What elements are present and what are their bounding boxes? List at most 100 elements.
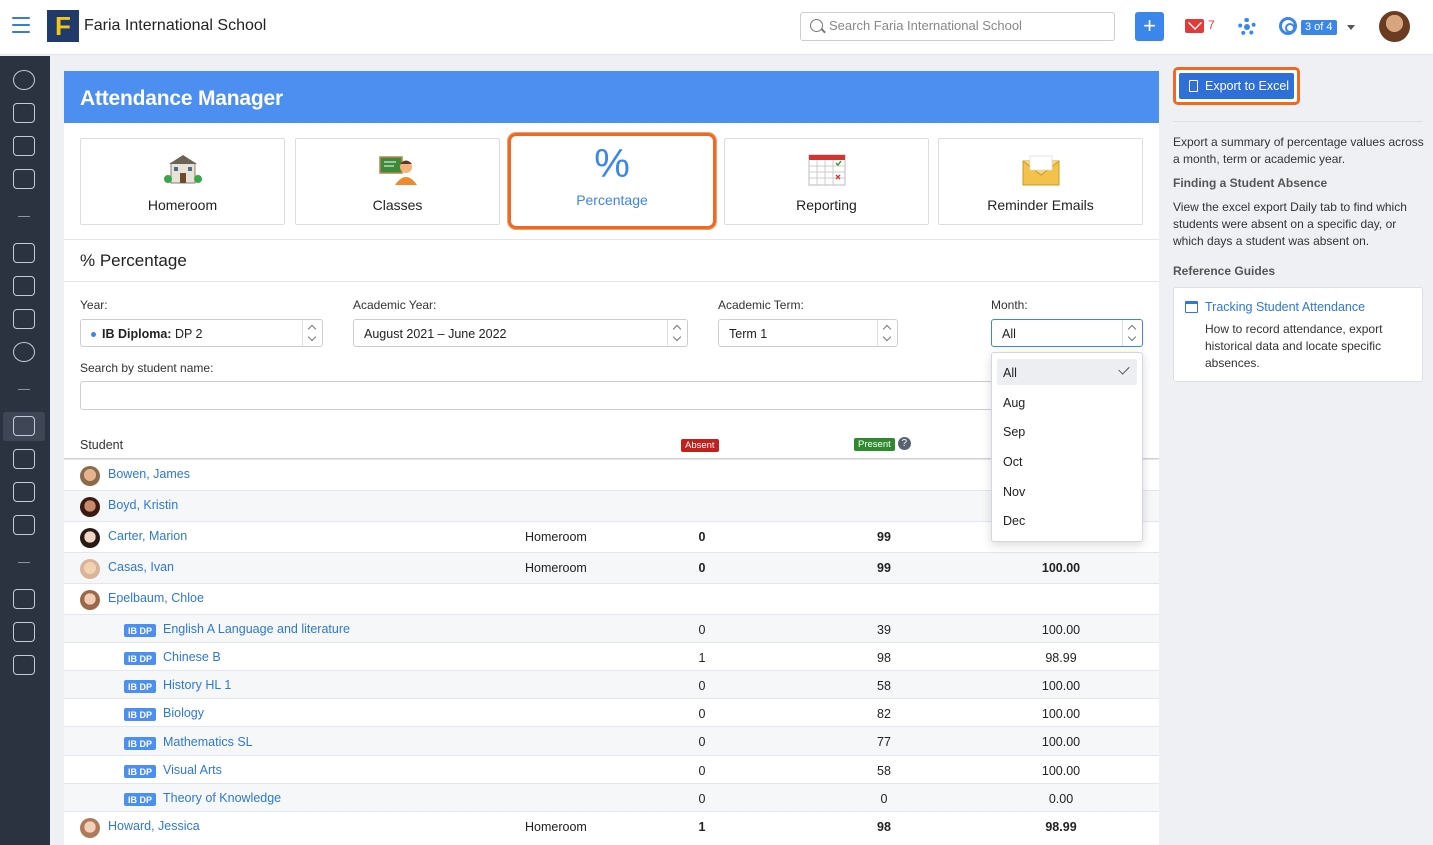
absent-badge: Absent [681,439,719,452]
program-badge: IB DP [124,708,157,721]
academic-term-select[interactable]: Term 1 [718,319,898,347]
export-description: Export a summary of percentage values ac… [1173,135,1424,166]
mail-count[interactable]: 7 [1208,18,1215,32]
student-name[interactable]: Bowen, James [108,467,190,481]
briefcase-icon[interactable] [13,169,35,189]
subject-name[interactable]: Chinese B [163,650,221,664]
student-column-header[interactable]: Student [80,438,123,452]
divider [1173,121,1422,122]
year-select[interactable]: IB Diploma: DP 2 [80,319,323,347]
check-icon [1118,363,1130,375]
export-label: Export to Excel [1205,79,1290,93]
present-column-header[interactable]: Present? [854,436,911,451]
users-icon[interactable] [13,342,35,362]
tab-percentage[interactable]: % Percentage [508,133,716,229]
divider [64,239,1159,240]
school-logo[interactable]: F [47,10,79,42]
updown-icon [877,320,897,346]
absent-count: 0 [698,707,706,721]
help-pager-badge[interactable]: 3 of 4 [1301,20,1337,35]
school-name[interactable]: Faria International School [84,17,266,35]
updown-icon [667,320,687,346]
left-nav [0,56,50,845]
student-name[interactable]: Epelbaum, Chloe [108,591,204,605]
map-icon[interactable] [13,482,35,502]
avatar [80,590,100,610]
absent-count: 1 [698,651,706,665]
tab-reporting[interactable]: Reporting [724,138,929,225]
academic-year-select[interactable]: August 2021 – June 2022 [353,319,688,347]
tab-classes[interactable]: Classes [295,138,500,225]
page-title: Attendance Manager [64,71,1159,123]
table-row: Howard, Jessica Homeroom 1 98 98.99 [64,811,1159,842]
percentage-value: 100.00 [1041,679,1081,693]
subject-name[interactable]: English A Language and literature [163,622,350,636]
add-button[interactable]: + [1135,12,1164,41]
month-option-dec[interactable]: Dec [997,507,1137,533]
subject-row: IB DP Theory of Knowledge 0 0 0.00 [64,783,1159,811]
tile-label: Percentage [576,192,648,208]
help-icon[interactable] [1279,17,1297,35]
reference-guides-heading: Reference Guides [1173,264,1276,278]
student-type: Homeroom [525,820,587,834]
timer-icon[interactable] [13,103,35,123]
academic-term-value: Term 1 [729,327,768,341]
student-name[interactable]: Casas, Ivan [108,560,174,574]
tab-reminder-emails[interactable]: Reminder Emails [938,138,1143,225]
teacher-icon[interactable] [13,276,35,296]
avatar [80,559,100,579]
option-label: All [1003,366,1017,380]
subject-name[interactable]: Theory of Knowledge [163,791,281,805]
cube-icon[interactable] [13,309,35,329]
subject-name[interactable]: Visual Arts [163,763,222,777]
month-value: All [1002,327,1016,341]
top-bar: F Faria International School + 7 3 of 4 [0,0,1433,55]
help-icon[interactable]: ? [897,437,911,451]
guide-link-tracking-attendance[interactable]: Tracking Student Attendance [1205,300,1365,314]
academic-year-label: Academic Year: [353,298,437,312]
trend-icon[interactable] [13,622,35,642]
month-option-all[interactable]: All [997,359,1137,385]
chart-icon[interactable] [13,136,35,156]
chevron-down-icon[interactable] [1347,25,1355,30]
attendance-icon[interactable] [13,416,35,436]
absent-column-header[interactable]: Absent [681,437,719,452]
mail-icon[interactable] [1185,19,1204,33]
menu-icon[interactable] [12,17,30,33]
table-row: Epelbaum, Chloe [64,583,1159,614]
student-name[interactable]: Carter, Marion [108,529,187,543]
month-select[interactable]: All [991,319,1143,347]
grid-icon[interactable] [13,243,35,263]
percentage-value: 98.99 [1045,651,1077,665]
percentage-value: 100.00 [1041,735,1081,749]
subject-name[interactable]: Biology [163,706,204,720]
user-avatar[interactable] [1379,11,1410,42]
dashboard-icon[interactable] [13,70,35,90]
global-search[interactable] [800,12,1115,41]
month-dropdown: All Aug Sep Oct Nov Dec [991,352,1143,542]
absent-count: 1 [698,820,706,834]
divider [64,281,1159,282]
export-to-excel-button[interactable]: Export to Excel [1173,67,1300,105]
puzzle-icon[interactable] [13,589,35,609]
gear-icon[interactable] [1238,18,1256,36]
month-option-sep[interactable]: Sep [997,418,1137,444]
flag-icon[interactable] [13,655,35,675]
student-name[interactable]: Howard, Jessica [108,819,200,833]
month-option-nov[interactable]: Nov [997,478,1137,504]
present-count: 82 [877,707,891,721]
finding-absence-description: View the excel export Daily tab to find … [1173,200,1407,248]
analytics-icon[interactable] [13,515,35,535]
search-input[interactable] [829,18,1109,33]
student-name[interactable]: Boyd, Kristin [108,498,178,512]
present-count: 58 [877,764,891,778]
student-search-input[interactable] [80,381,995,410]
tab-homeroom[interactable]: Homeroom [80,138,285,225]
absent-count: 0 [698,764,706,778]
subject-name[interactable]: History HL 1 [163,678,231,692]
documents-icon[interactable] [13,449,35,469]
month-option-aug[interactable]: Aug [997,389,1137,415]
absent-count: 0 [698,735,706,749]
subject-name[interactable]: Mathematics SL [163,735,253,749]
month-option-oct[interactable]: Oct [997,448,1137,474]
